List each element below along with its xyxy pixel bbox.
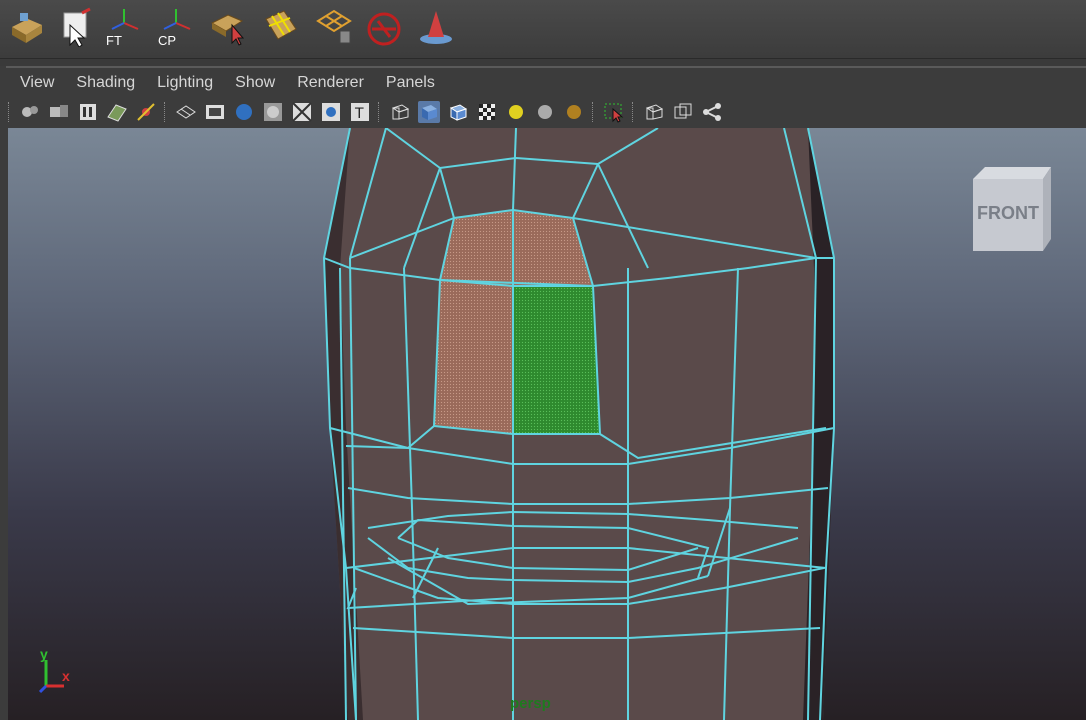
camera-pivot-icon[interactable] — [135, 101, 157, 123]
camera-select-icon[interactable] — [19, 101, 41, 123]
svg-text:T: T — [354, 106, 364, 122]
highlighted-face-top — [440, 210, 593, 286]
menu-panels[interactable]: Panels — [386, 74, 435, 92]
texture-icon[interactable] — [320, 101, 342, 123]
menu-renderer[interactable]: Renderer — [297, 74, 364, 92]
camera-attributes-icon[interactable] — [48, 101, 70, 123]
xray-icon[interactable] — [291, 101, 313, 123]
toolbar-separator — [8, 102, 13, 122]
panel-toolbar: T — [8, 98, 1084, 126]
axis-gizmo-icon — [38, 660, 64, 694]
axis-x-label: x — [62, 668, 70, 684]
image-plane-icon[interactable] — [106, 101, 128, 123]
checker-texture-icon[interactable] — [476, 101, 498, 123]
bookmark-icon[interactable] — [77, 101, 99, 123]
menu-shading[interactable]: Shading — [76, 74, 135, 92]
freeze-transform-label: FT — [106, 33, 122, 48]
toolbar-separator — [632, 102, 637, 122]
text-icon[interactable]: T — [349, 101, 371, 123]
default-light-icon[interactable] — [534, 101, 556, 123]
freeze-transform-button[interactable]: FT — [100, 4, 144, 50]
center-pivot-label: CP — [158, 33, 177, 48]
cone-arrow-icon[interactable] — [414, 4, 458, 50]
toolbar-separator — [378, 102, 383, 122]
cancel-tool-icon[interactable] — [362, 4, 406, 50]
menu-lighting[interactable]: Lighting — [157, 74, 213, 92]
smooth-shade-icon[interactable] — [262, 101, 284, 123]
paint-select-icon[interactable] — [54, 4, 98, 50]
wireframe-shaded-icon[interactable] — [233, 101, 255, 123]
toolbar-separator — [164, 102, 169, 122]
lights-icon[interactable] — [505, 101, 527, 123]
view-cube-label: FRONT — [977, 203, 1039, 223]
panel-divider — [6, 66, 1086, 68]
perspective-viewport[interactable]: FRONT — [8, 128, 1086, 720]
poly-cube-select-icon[interactable] — [4, 4, 48, 50]
isolate-select-icon[interactable] — [603, 101, 625, 123]
lattice-delete-icon[interactable] — [312, 4, 356, 50]
shaded-cube-icon[interactable] — [418, 101, 440, 123]
film-gate-icon[interactable] — [204, 101, 226, 123]
single-view-icon[interactable] — [643, 101, 665, 123]
axis-y-label: y — [40, 646, 48, 662]
grid-toggle-icon[interactable] — [175, 101, 197, 123]
share-icon[interactable] — [701, 101, 723, 123]
highlighted-face-left — [434, 280, 513, 434]
center-pivot-button[interactable]: CP — [152, 4, 196, 50]
face-select-tool-icon[interactable] — [206, 4, 250, 50]
panel-menubar: View Shading Lighting Show Renderer Pane… — [8, 70, 1084, 96]
selected-face — [513, 286, 600, 434]
camera-name: persp — [510, 695, 551, 712]
wire-on-shaded-icon[interactable] — [447, 101, 469, 123]
menu-show[interactable]: Show — [235, 74, 275, 92]
wireframe-cube-icon[interactable] — [389, 101, 411, 123]
shelf-toolbar: FT CP — [0, 0, 1086, 59]
two-view-icon[interactable] — [672, 101, 694, 123]
mesh-wireframe — [322, 128, 835, 720]
grid-layout-icon[interactable] — [258, 4, 302, 50]
menu-view[interactable]: View — [20, 74, 54, 92]
shadows-icon[interactable] — [563, 101, 585, 123]
toolbar-separator — [592, 102, 597, 122]
